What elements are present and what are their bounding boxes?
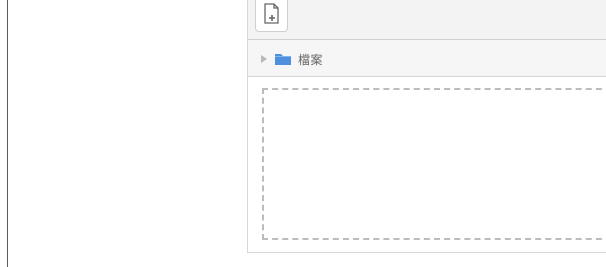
left-vertical-rule: [7, 0, 8, 267]
file-tree-bar: 檔案: [248, 40, 606, 77]
add-file-button[interactable]: [255, 0, 288, 32]
triangle-right-icon[interactable]: [261, 55, 267, 63]
file-drop-zone[interactable]: [262, 88, 606, 240]
folder-tree-node[interactable]: 檔案: [261, 49, 323, 69]
file-toolbar: [248, 0, 606, 40]
folder-label: 檔案: [298, 52, 324, 67]
page: 檔案: [0, 0, 606, 267]
folder-icon: [275, 54, 291, 65]
file-panel: 檔案: [247, 0, 606, 253]
file-plus-icon: [264, 3, 279, 24]
